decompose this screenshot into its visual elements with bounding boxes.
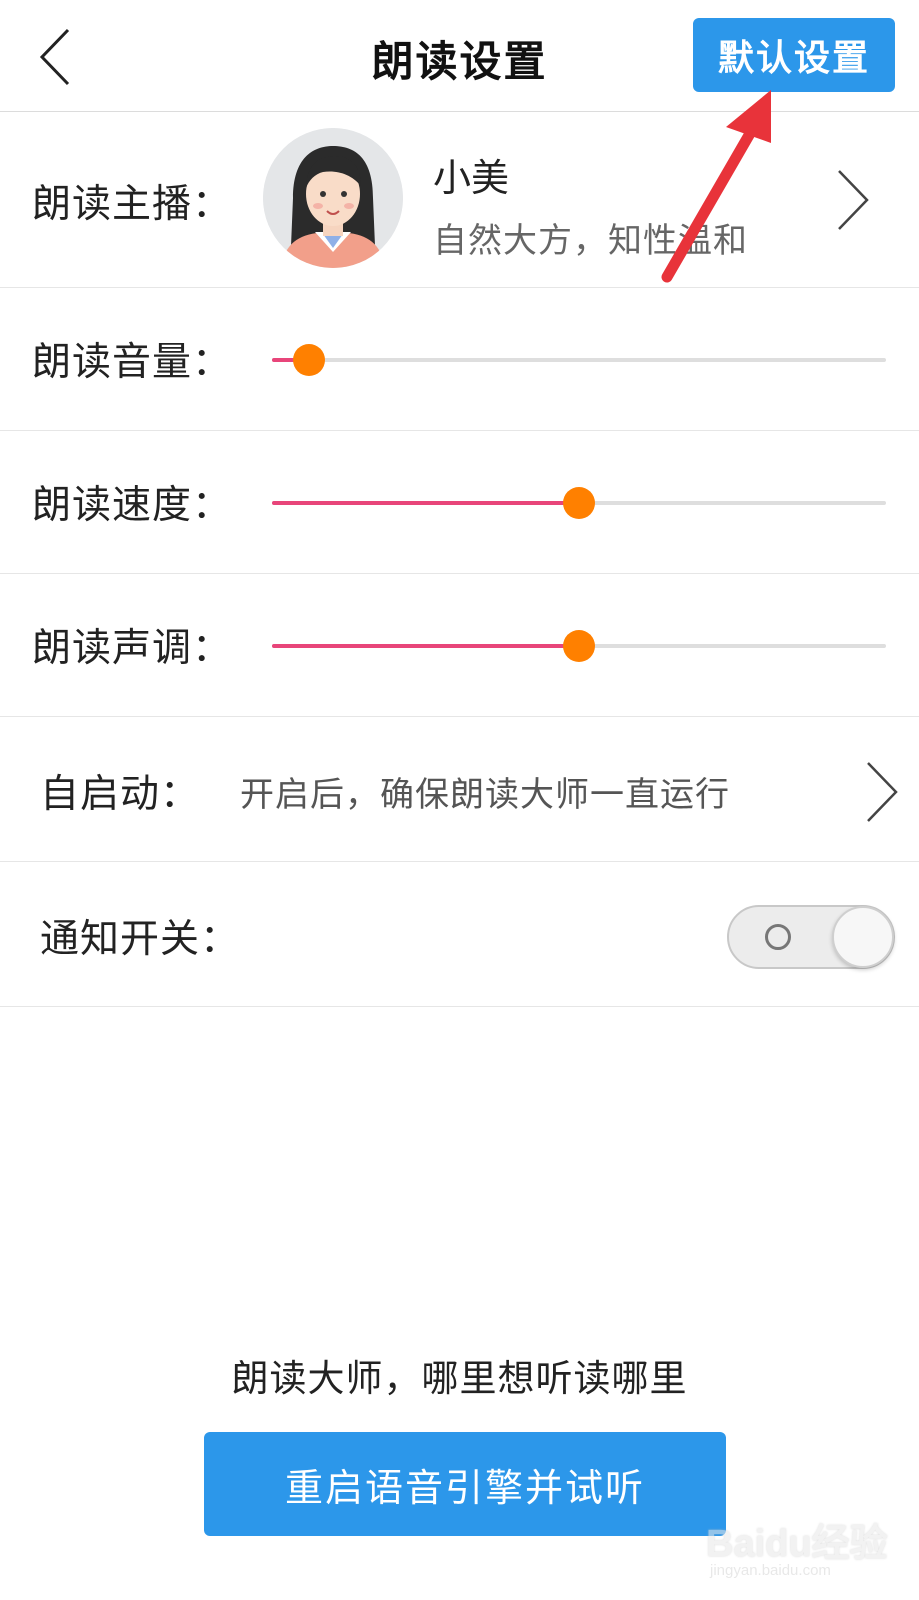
watermark-brand: Baidu经验 [706, 1523, 888, 1565]
default-settings-button[interactable]: 默认设置 [693, 18, 895, 92]
watermark-url: jingyan.baidu.com [710, 1562, 831, 1579]
speed-label: 朗读速度： [32, 483, 233, 528]
anchor-description: 自然大方，知性温和 [433, 221, 748, 261]
notification-label: 通知开关： [40, 917, 241, 962]
notification-row: 通知开关： [0, 862, 919, 1007]
pitch-label: 朗读声调： [32, 626, 233, 671]
toggle-knob[interactable] [832, 906, 894, 968]
anchor-row[interactable]: 朗读主播： 小美 自然大方，知性温和 [0, 113, 919, 288]
autostart-label: 自启动： [40, 772, 201, 817]
anchor-name: 小美 [433, 156, 510, 200]
speed-fill [272, 501, 579, 505]
volume-slider[interactable] [272, 340, 886, 380]
autostart-chevron-right-icon[interactable] [862, 757, 902, 827]
speed-row: 朗读速度： [0, 432, 919, 574]
toggle-off-indicator-icon [765, 924, 791, 950]
volume-track [272, 358, 886, 362]
speed-slider[interactable] [272, 483, 886, 523]
pitch-row: 朗读声调： [0, 575, 919, 717]
restart-engine-button[interactable]: 重启语音引擎并试听 [204, 1432, 726, 1536]
volume-thumb[interactable] [292, 344, 325, 376]
autostart-description: 开启后，确保朗读大师一直运行 [240, 775, 730, 815]
pitch-fill [272, 644, 579, 648]
notification-toggle[interactable] [727, 905, 895, 969]
pitch-thumb[interactable] [563, 630, 595, 662]
baidu-watermark: Baidu经验 jingyan.baidu.com [706, 1510, 906, 1590]
slogan-text: 朗读大师，哪里想听读哪里 [231, 1357, 688, 1400]
woman-avatar-icon [263, 128, 403, 268]
anchor-avatar [263, 128, 403, 268]
header-bar: 朗读设置 默认设置 [0, 0, 919, 112]
anchor-label: 朗读主播： [32, 182, 233, 227]
anchor-chevron-right-icon[interactable] [833, 165, 873, 235]
volume-row: 朗读音量： [0, 289, 919, 431]
autostart-row[interactable]: 自启动： 开启后，确保朗读大师一直运行 [0, 717, 919, 862]
volume-label: 朗读音量： [32, 340, 233, 385]
speed-thumb[interactable] [563, 487, 595, 519]
pitch-slider[interactable] [272, 626, 886, 666]
